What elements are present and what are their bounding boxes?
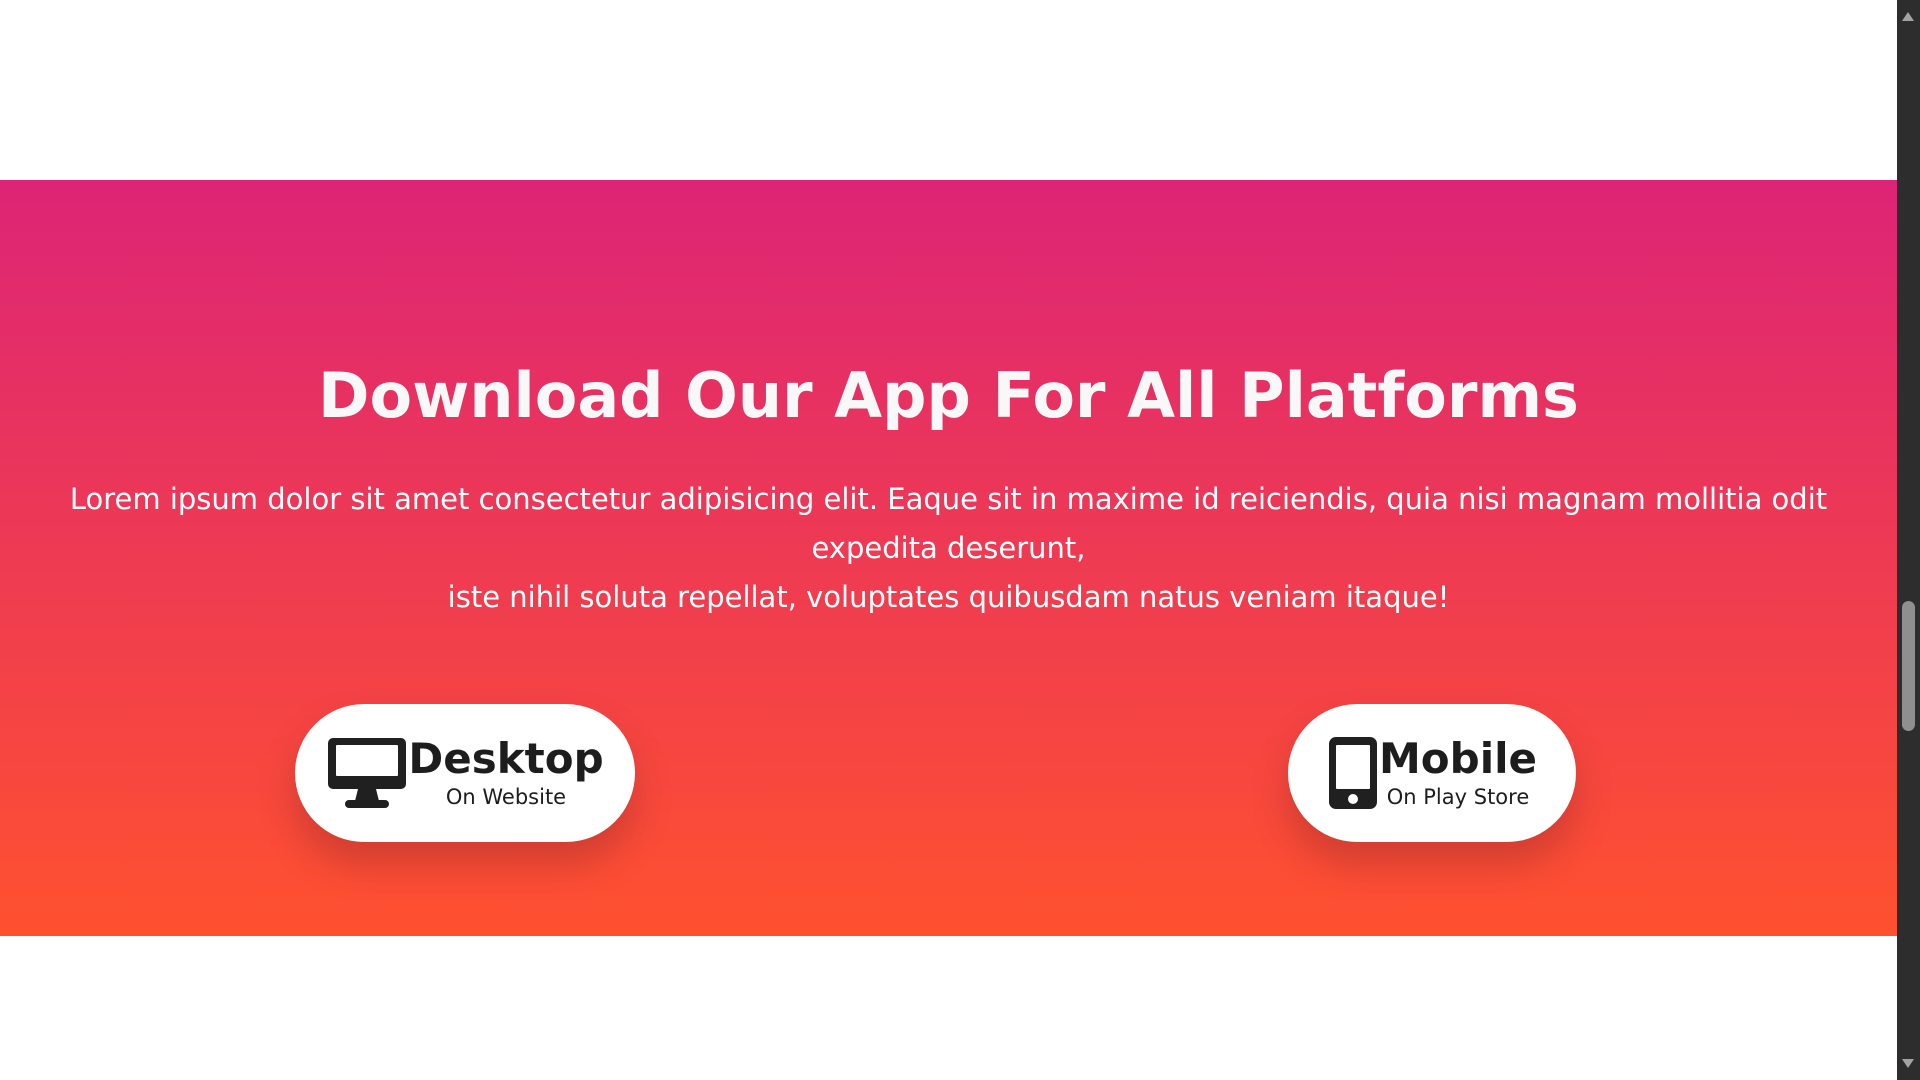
- desktop-monitor-icon: [328, 738, 407, 808]
- download-description: Lorem ipsum dolor sit amet consectetur a…: [20, 475, 1877, 622]
- browser-page: Download Our App For All Platforms Lorem…: [0, 0, 1920, 1080]
- download-title: Download Our App For All Platforms: [318, 359, 1579, 433]
- mobile-phone-icon: [1329, 737, 1377, 809]
- desktop-download-button[interactable]: Desktop On Website: [295, 704, 635, 842]
- scroll-up-arrow-icon[interactable]: [1902, 12, 1914, 21]
- mobile-download-button[interactable]: Mobile On Play Store: [1288, 704, 1576, 842]
- mobile-button-sublabel: On Play Store: [1386, 784, 1530, 809]
- scroll-down-arrow-icon[interactable]: [1902, 1059, 1914, 1068]
- desktop-button-text: Desktop On Website: [408, 733, 604, 811]
- download-description-line-2: iste nihil soluta repellat, voluptates q…: [447, 580, 1450, 614]
- mobile-button-text: Mobile On Play Store: [1379, 733, 1537, 811]
- vertical-scrollbar[interactable]: [1897, 0, 1920, 1080]
- page-content: Download Our App For All Platforms Lorem…: [0, 0, 1897, 1080]
- scroll-thumb[interactable]: [1902, 601, 1915, 731]
- mobile-button-label: Mobile: [1379, 733, 1537, 783]
- desktop-button-label: Desktop: [408, 733, 604, 783]
- desktop-button-sublabel: On Website: [445, 784, 567, 809]
- top-white-area: [0, 0, 1897, 180]
- download-section: Download Our App For All Platforms Lorem…: [0, 180, 1897, 936]
- download-description-line-1: Lorem ipsum dolor sit amet consectetur a…: [69, 482, 1828, 565]
